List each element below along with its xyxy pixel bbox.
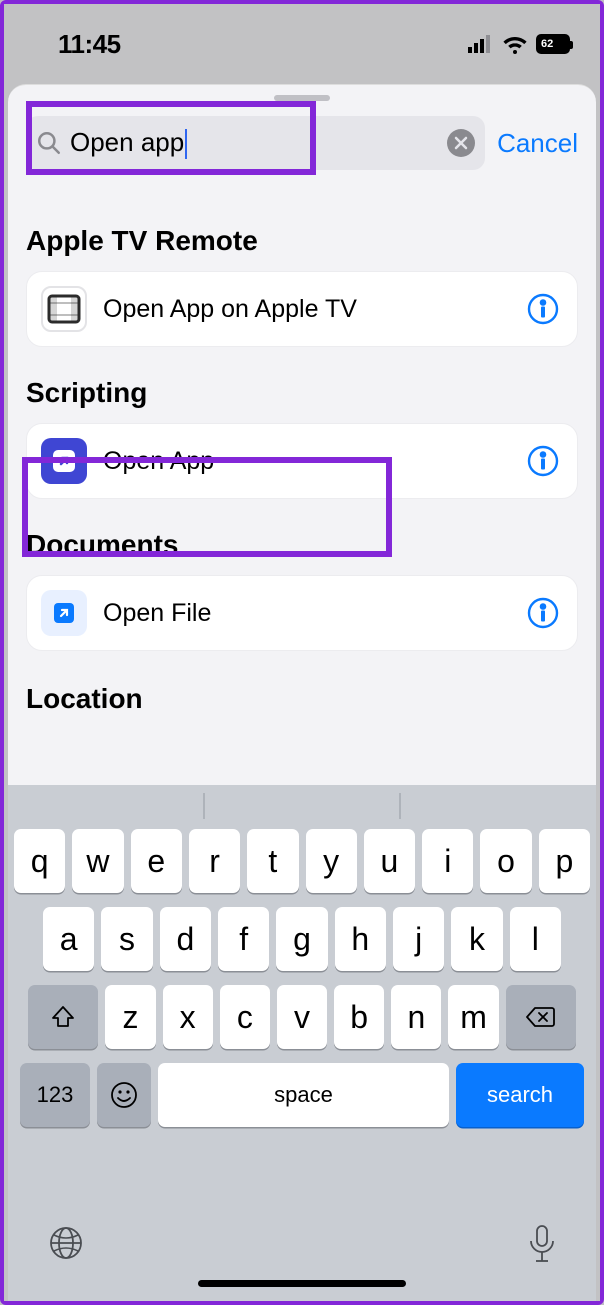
key-z[interactable]: z xyxy=(105,985,155,1049)
status-time: 11:45 xyxy=(58,29,121,60)
open-app-icon xyxy=(41,438,87,484)
key-backspace[interactable] xyxy=(506,985,576,1049)
globe-icon[interactable] xyxy=(46,1223,86,1263)
info-icon[interactable] xyxy=(527,597,559,629)
battery-icon: 62 xyxy=(536,34,570,54)
key-m[interactable]: m xyxy=(448,985,498,1049)
wifi-icon xyxy=(502,34,528,54)
key-t[interactable]: t xyxy=(247,829,298,893)
status-bar: 11:45 62 xyxy=(4,4,600,84)
section-header-documents: Documents xyxy=(26,529,578,561)
info-icon[interactable] xyxy=(527,445,559,477)
cancel-button[interactable]: Cancel xyxy=(497,128,578,159)
key-i[interactable]: i xyxy=(422,829,473,893)
action-open-app-on-appletv[interactable]: Open App on Apple TV xyxy=(26,271,578,347)
sheet-handle[interactable] xyxy=(274,95,330,101)
action-label: Open App on Apple TV xyxy=(103,295,511,324)
key-o[interactable]: o xyxy=(480,829,531,893)
key-e[interactable]: e xyxy=(131,829,182,893)
key-a[interactable]: a xyxy=(43,907,94,971)
key-d[interactable]: d xyxy=(160,907,211,971)
key-123[interactable]: 123 xyxy=(20,1063,90,1127)
key-f[interactable]: f xyxy=(218,907,269,971)
key-g[interactable]: g xyxy=(276,907,327,971)
key-w[interactable]: w xyxy=(72,829,123,893)
search-sheet: Open app Cancel Apple TV Remote Open App… xyxy=(8,84,596,1301)
search-icon xyxy=(36,130,62,156)
open-file-icon xyxy=(41,590,87,636)
key-search[interactable]: search xyxy=(456,1063,584,1127)
search-input[interactable]: Open app xyxy=(26,116,485,170)
key-k[interactable]: k xyxy=(451,907,502,971)
action-label: Open App xyxy=(103,447,511,476)
key-emoji[interactable] xyxy=(97,1063,151,1127)
action-label: Open File xyxy=(103,599,511,628)
action-open-app[interactable]: Open App xyxy=(26,423,578,499)
appletv-icon xyxy=(41,286,87,332)
mic-icon[interactable] xyxy=(526,1223,558,1267)
key-h[interactable]: h xyxy=(335,907,386,971)
status-right: 62 xyxy=(468,34,570,54)
key-c[interactable]: c xyxy=(220,985,270,1049)
keyboard-row-2: a s d f g h j k l xyxy=(14,907,590,971)
key-u[interactable]: u xyxy=(364,829,415,893)
clear-icon[interactable] xyxy=(447,129,475,157)
key-s[interactable]: s xyxy=(101,907,152,971)
keyboard-row-4: 123 space search xyxy=(14,1063,590,1127)
keyboard-suggestions[interactable] xyxy=(8,785,596,827)
cellular-icon xyxy=(468,35,494,53)
info-icon[interactable] xyxy=(527,293,559,325)
key-b[interactable]: b xyxy=(334,985,384,1049)
backspace-icon xyxy=(525,1005,557,1029)
key-p[interactable]: p xyxy=(539,829,590,893)
key-l[interactable]: l xyxy=(510,907,561,971)
key-j[interactable]: j xyxy=(393,907,444,971)
section-header-appletv: Apple TV Remote xyxy=(26,225,578,257)
key-y[interactable]: y xyxy=(306,829,357,893)
shift-icon xyxy=(50,1004,76,1030)
emoji-icon xyxy=(109,1080,139,1110)
key-n[interactable]: n xyxy=(391,985,441,1049)
keyboard-row-3: z x c v b n m xyxy=(14,985,590,1049)
key-space[interactable]: space xyxy=(158,1063,449,1127)
key-q[interactable]: q xyxy=(14,829,65,893)
keyboard-row-1: q w e r t y u i o p xyxy=(14,829,590,893)
key-x[interactable]: x xyxy=(163,985,213,1049)
key-shift[interactable] xyxy=(28,985,98,1049)
keyboard: q w e r t y u i o p a s d f g h xyxy=(8,785,596,1301)
key-v[interactable]: v xyxy=(277,985,327,1049)
section-header-location: Location xyxy=(26,683,578,715)
home-indicator[interactable] xyxy=(198,1280,406,1287)
key-r[interactable]: r xyxy=(189,829,240,893)
action-open-file[interactable]: Open File xyxy=(26,575,578,651)
search-text[interactable]: Open app xyxy=(70,127,439,159)
section-header-scripting: Scripting xyxy=(26,377,578,409)
